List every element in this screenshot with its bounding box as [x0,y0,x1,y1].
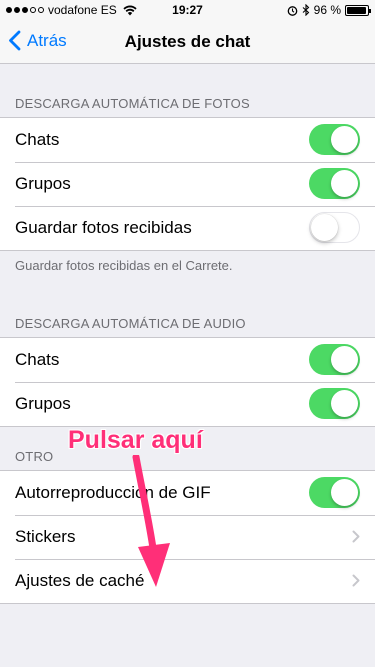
bluetooth-icon [302,4,309,16]
section-header-other: OTRO [15,449,54,464]
photos-chats-switch[interactable] [309,124,360,155]
photos-footer-note: Guardar fotos recibidas en el Carrete. [15,258,233,273]
row-photos-chats: Chats [0,118,375,162]
row-photos-groups: Grupos [0,162,375,206]
section-header-audio: DESCARGA AUTOMÁTICA DE AUDIO [15,316,246,331]
annotation-label: Pulsar aquí [68,426,203,454]
row-label: Grupos [15,394,71,413]
row-label: Grupos [15,174,71,193]
row-stickers[interactable]: Stickers [0,515,375,559]
annotation-arrow-icon [132,455,170,587]
row-gif-autoplay: Autorreproducción de GIF [0,471,375,515]
other-group: Autorreproducción de GIF Stickers Ajuste… [0,470,375,604]
navigation-bar: Atrás Ajustes de chat [0,20,375,64]
page-title: Ajustes de chat [124,32,251,51]
row-label: Chats [15,130,60,149]
status-right: 96 % [287,3,371,17]
audio-chats-switch[interactable] [309,344,360,375]
row-label: Stickers [15,527,76,546]
alarm-icon [287,5,297,16]
row-label: Autorreproducción de GIF [15,483,211,502]
gif-autoplay-switch[interactable] [309,477,360,508]
chevron-right-icon [352,530,360,543]
chevron-right-icon [352,574,360,587]
save-photos-switch[interactable] [309,212,360,243]
row-label: Chats [15,350,60,369]
photos-groups-switch[interactable] [309,168,360,199]
audio-groups-switch[interactable] [309,388,360,419]
audio-group: Chats Grupos [0,337,375,427]
row-audio-groups: Grupos [0,382,375,426]
battery-percent: 96 % [313,3,341,17]
row-save-photos: Guardar fotos recibidas [0,206,375,250]
section-header-photos: DESCARGA AUTOMÁTICA DE FOTOS [15,96,250,111]
row-label: Guardar fotos recibidas [15,218,192,237]
row-cache-settings[interactable]: Ajustes de caché [0,559,375,603]
battery-icon [345,4,371,16]
status-bar: vodafone ES 19:27 96 % [0,0,375,20]
photos-group: Chats Grupos Guardar fotos recibidas [0,117,375,251]
row-audio-chats: Chats [0,338,375,382]
